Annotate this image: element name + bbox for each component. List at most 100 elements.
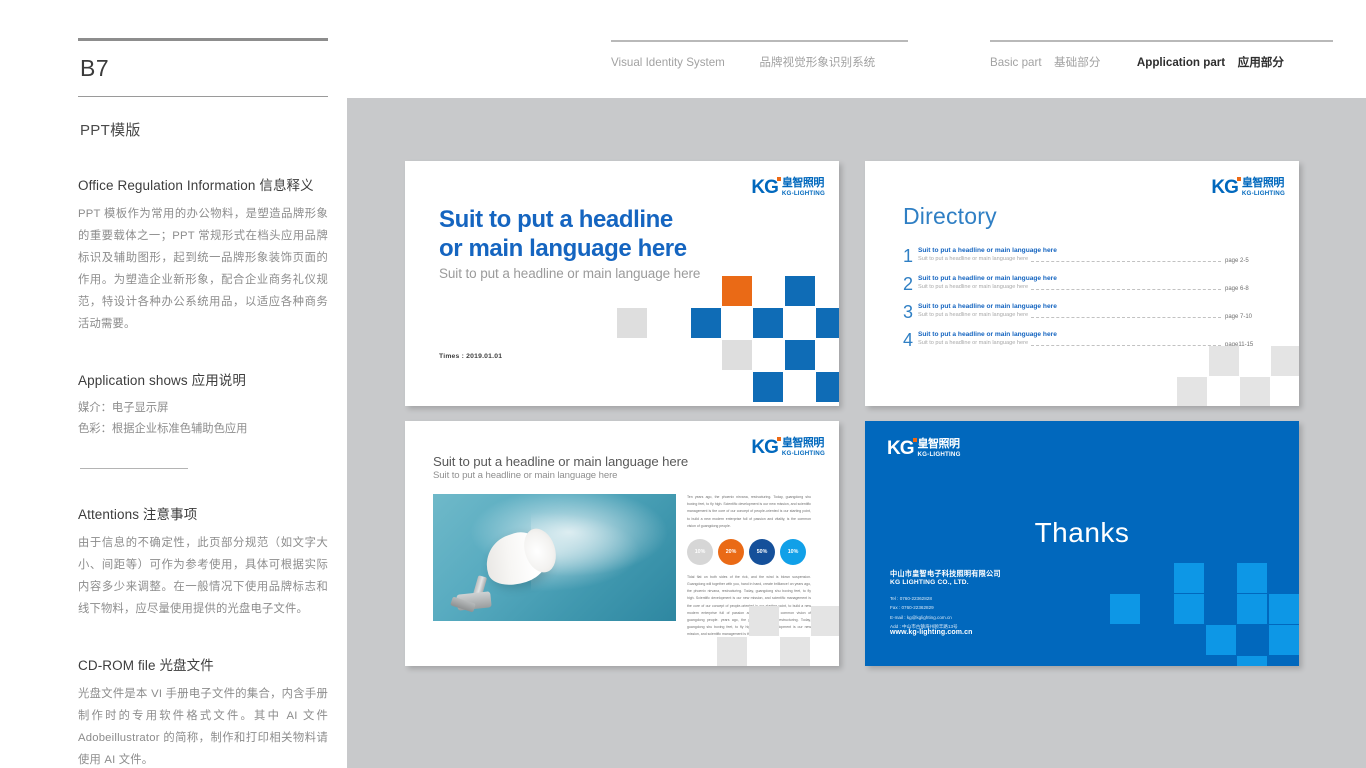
checker-square bbox=[617, 308, 647, 338]
entry-number: 3 bbox=[903, 302, 914, 322]
checker-square bbox=[1209, 346, 1239, 376]
section-label: PPT模版 bbox=[80, 122, 141, 139]
contact-website[interactable]: www.kg-lighting.com.cn bbox=[890, 629, 972, 636]
header-basic-part-en[interactable]: Basic part bbox=[990, 56, 1042, 69]
info-block-office: Office Regulation Information 信息释义 PPT 模… bbox=[78, 174, 328, 335]
thanks-heading: Thanks bbox=[1034, 517, 1130, 548]
company-name-en: KG LIGHTING CO., LTD. bbox=[890, 579, 969, 586]
logo-english-name: KG-LIGHTING bbox=[781, 449, 825, 457]
checker-square bbox=[1237, 656, 1267, 666]
checkerboard-pattern bbox=[1177, 346, 1299, 406]
logo-k-mark: KG bbox=[751, 437, 781, 457]
block-line-color: 色彩：根据企业标准色辅助色应用 bbox=[78, 422, 248, 435]
logo-chinese-name: 皇智照明 bbox=[917, 438, 961, 451]
contact-block: Tel : 0760-22362828 Fax : 0760-22362829 … bbox=[890, 594, 958, 632]
entry-page-ref: page 6-8 bbox=[1225, 286, 1249, 292]
entry-page-ref: page 2-5 bbox=[1225, 258, 1249, 264]
checker-square bbox=[1237, 594, 1267, 624]
slide-content-subtitle: Suit to put a headline or main language … bbox=[433, 470, 618, 481]
checker-square bbox=[753, 308, 783, 338]
entry-leader-dots bbox=[1031, 261, 1221, 262]
slide-content[interactable]: KG 皇智照明 KG-LIGHTING Suit to put a headli… bbox=[405, 421, 839, 666]
entry-title: Suit to put a headline or main language … bbox=[918, 247, 1057, 254]
logo: KG 皇智照明 KG-LIGHTING bbox=[1211, 177, 1285, 197]
logo: KG 皇智照明 KG-LIGHTING bbox=[751, 177, 825, 197]
block-title: Attentions 注意事项 bbox=[78, 506, 198, 522]
headline-line-2: or main language here bbox=[439, 235, 687, 263]
entry-subtitle: Suit to put a headline or main language … bbox=[918, 339, 1029, 346]
entry-title: Suit to put a headline or main language … bbox=[918, 331, 1057, 338]
checker-square bbox=[1174, 594, 1204, 624]
header-basic-part-cn[interactable]: 基础部分 bbox=[1054, 54, 1100, 70]
logo: KG 皇智照明 KG-LIGHTING bbox=[887, 438, 961, 458]
checker-square bbox=[780, 637, 810, 666]
header-application-part-cn[interactable]: 应用部分 bbox=[1238, 54, 1284, 70]
checker-square bbox=[1240, 377, 1270, 406]
slide-cover-timestamp: Times : 2019.01.01 bbox=[439, 353, 503, 360]
entry-leader-dots bbox=[1031, 317, 1221, 318]
block-body: PPT 模板作为常用的办公物料，是塑造品牌形象的重要载体之一；PPT 常规形式在… bbox=[78, 208, 328, 331]
slide-directory[interactable]: KG 皇智照明 KG-LIGHTING Directory 1 Suit to … bbox=[865, 161, 1299, 406]
header-right-group: Basic part 基础部分 Application part 应用部分 bbox=[990, 40, 1333, 70]
header-rule-right bbox=[990, 40, 1333, 42]
directory-entry[interactable]: 1 Suit to put a headline or main languag… bbox=[903, 247, 1263, 275]
logo-orange-dot-icon bbox=[912, 438, 917, 442]
headline-line-1: Suit to put a headline bbox=[439, 206, 673, 233]
stat-circle: 20% bbox=[718, 538, 744, 565]
block-body: 由于信息的不确定性，此页部分规范（如文字大小、间距等）可作为参考使用，具体可根据… bbox=[78, 536, 328, 615]
entry-subtitle: Suit to put a headline or main language … bbox=[918, 255, 1029, 262]
checker-square bbox=[816, 372, 839, 402]
checker-square bbox=[691, 308, 721, 338]
logo-orange-dot-icon bbox=[776, 437, 781, 441]
checker-square bbox=[811, 606, 839, 636]
directory-list: 1 Suit to put a headline or main languag… bbox=[903, 247, 1263, 359]
directory-entry[interactable]: 3 Suit to put a headline or main languag… bbox=[903, 303, 1263, 331]
logo-chinese-name: 皇智照明 bbox=[781, 437, 825, 450]
slide-thanks[interactable]: KG 皇智照明 KG-LIGHTING Thanks 中山市皇智电子科技照明有限… bbox=[865, 421, 1299, 666]
checker-square bbox=[749, 606, 779, 636]
slide-cover-headline: Suit to put a headline or main language … bbox=[439, 205, 687, 264]
checker-square bbox=[717, 637, 747, 666]
company-name-cn: 中山市皇智电子科技照明有限公司 bbox=[890, 569, 1001, 578]
logo-chinese-name: 皇智照明 bbox=[781, 177, 825, 190]
lamp-photo bbox=[433, 494, 676, 621]
logo-k-mark: KG bbox=[887, 438, 917, 458]
entry-title: Suit to put a headline or main language … bbox=[918, 275, 1057, 282]
logo-k-mark: KG bbox=[1211, 177, 1241, 197]
header-left-group: Visual Identity System 品牌视觉形象识别系统 bbox=[611, 40, 908, 70]
sidebar-short-divider bbox=[80, 467, 188, 469]
logo-english-name: KG-LIGHTING bbox=[917, 450, 961, 458]
contact-tel: Tel : 0760-22362828 bbox=[890, 596, 932, 601]
checker-square bbox=[1110, 594, 1140, 624]
header-application-part-en[interactable]: Application part bbox=[1137, 56, 1225, 69]
logo: KG 皇智照明 KG-LIGHTING bbox=[751, 437, 825, 457]
entry-number: 2 bbox=[903, 274, 914, 294]
block-line-media: 媒介：电子显示屏 bbox=[78, 402, 169, 415]
page-code: B7 bbox=[80, 55, 110, 81]
checker-square bbox=[1177, 377, 1207, 406]
directory-entry[interactable]: 2 Suit to put a headline or main languag… bbox=[903, 275, 1263, 303]
checker-square bbox=[1271, 346, 1299, 376]
header-vis-identity-en: Visual Identity System bbox=[611, 55, 725, 69]
checker-square bbox=[816, 308, 839, 338]
block-title: Office Regulation Information 信息释义 bbox=[78, 178, 314, 193]
entry-title: Suit to put a headline or main language … bbox=[918, 303, 1057, 310]
stat-circle: 10% bbox=[780, 538, 806, 565]
block-body: 光盘文件是本 VI 手册电子文件的集合，内含手册制作时的专用软件格式文件。其中 … bbox=[78, 687, 328, 766]
entry-number: 1 bbox=[903, 246, 914, 266]
checker-square bbox=[1174, 563, 1204, 593]
info-block-cdrom: CD-ROM file 光盘文件 光盘文件是本 VI 手册电子文件的集合，内含手… bbox=[78, 654, 328, 768]
entry-number: 4 bbox=[903, 330, 914, 350]
checker-square bbox=[1269, 594, 1299, 624]
slide-directory-title: Directory bbox=[903, 203, 997, 229]
logo-orange-dot-icon bbox=[1236, 177, 1241, 181]
checker-square bbox=[1269, 625, 1299, 655]
brand-guideline-page: B7 PPT模版 Office Regulation Information 信… bbox=[0, 0, 1366, 768]
checker-square bbox=[722, 340, 752, 370]
checker-square bbox=[753, 372, 783, 402]
sidebar-top-rule bbox=[78, 38, 328, 41]
slide-cover[interactable]: KG 皇智照明 KG-LIGHTING Suit to put a headli… bbox=[405, 161, 839, 406]
block-title: CD-ROM file 光盘文件 bbox=[78, 657, 214, 673]
block-title: Application shows 应用说明 bbox=[78, 373, 247, 389]
logo-k-mark: KG bbox=[751, 177, 781, 197]
